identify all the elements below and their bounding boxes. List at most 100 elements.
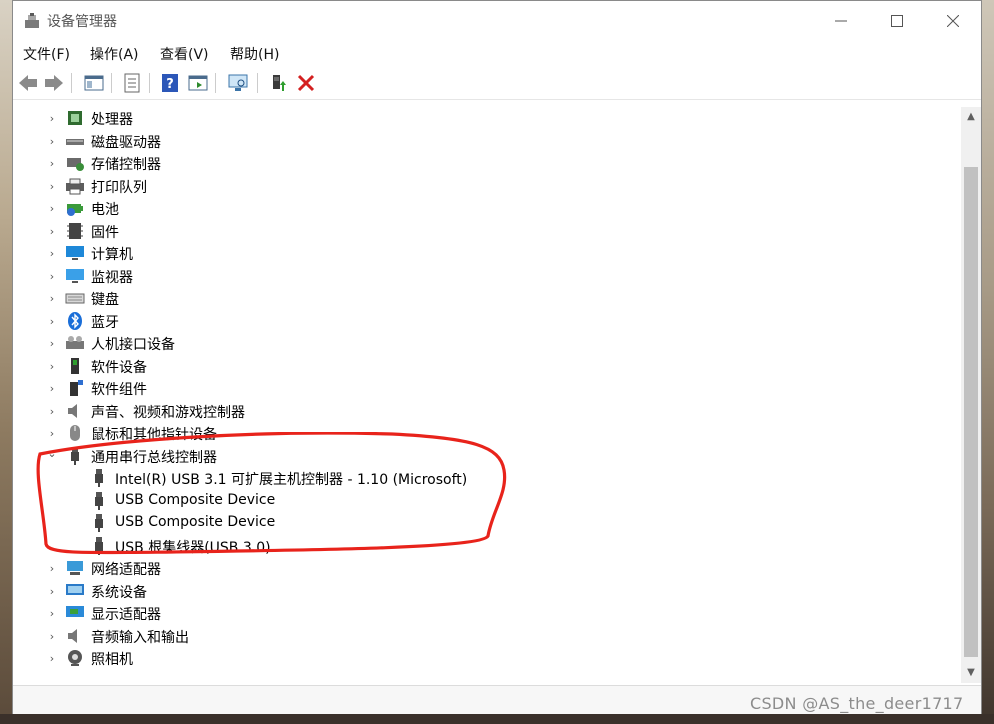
tree-category[interactable]: › 固件 <box>13 220 953 242</box>
watermark: CSDN @AS_the_deer1717 <box>750 694 964 713</box>
tree-category[interactable]: › 声音、视频和游戏控制器 <box>13 400 953 422</box>
tree-category[interactable]: › 软件组件 <box>13 377 953 399</box>
menu-action[interactable]: 操作(A) <box>90 44 139 64</box>
toolbar-separator <box>71 73 72 93</box>
minimize-button[interactable] <box>813 1 869 41</box>
chevron-right-icon[interactable]: › <box>47 422 57 444</box>
tree-category[interactable]: › 鼠标和其他指针设备 <box>13 422 953 444</box>
run-icon <box>188 75 208 91</box>
battery-icon <box>67 204 83 216</box>
tree-device[interactable]: USB 根集线器(USB 3.0) <box>13 535 953 557</box>
properties-button[interactable] <box>121 72 143 94</box>
tree-item-label: 照相机 <box>91 652 133 668</box>
tree-category[interactable]: › 处理器 <box>13 107 953 129</box>
display-adapter-icon <box>66 606 84 617</box>
tree-category[interactable]: › 磁盘驱动器 <box>13 130 953 152</box>
chevron-right-icon[interactable]: › <box>47 355 57 377</box>
chevron-right-icon[interactable]: › <box>47 580 57 602</box>
maximize-icon <box>891 15 903 27</box>
chevron-right-icon[interactable]: › <box>47 310 57 332</box>
tree-category[interactable]: › 键盘 <box>13 287 953 309</box>
tree-item-label: 处理器 <box>91 112 133 128</box>
tree-category[interactable]: › 照相机 <box>13 647 953 669</box>
tree-category[interactable]: ⌄ 通用串行总线控制器 <box>13 445 953 467</box>
chevron-right-icon[interactable]: › <box>47 152 57 174</box>
chevron-right-icon[interactable]: › <box>47 377 57 399</box>
chevron-right-icon[interactable]: › <box>47 197 57 219</box>
chevron-right-icon[interactable]: › <box>47 332 57 354</box>
help-button[interactable]: ? <box>159 72 181 94</box>
tree-device[interactable]: USB Composite Device <box>13 512 953 534</box>
computer-icon <box>66 246 84 260</box>
usb-icon <box>95 514 103 532</box>
tree-device[interactable]: Intel(R) USB 3.1 可扩展主机控制器 - 1.10 (Micros… <box>13 467 953 489</box>
tree-category[interactable]: › 打印队列 <box>13 175 953 197</box>
svg-text:?: ? <box>166 77 174 92</box>
run-button[interactable] <box>187 72 209 94</box>
tree-category[interactable]: › 网络适配器 <box>13 557 953 579</box>
update-driver-button[interactable] <box>267 72 289 94</box>
chevron-right-icon[interactable]: › <box>47 107 57 129</box>
toolbar-separator <box>149 73 150 93</box>
tree-category[interactable]: › 蓝牙 <box>13 310 953 332</box>
chevron-down-icon[interactable]: ⌄ <box>47 442 57 464</box>
tree-item-label: 音频输入和输出 <box>91 630 189 646</box>
tree-category[interactable]: › 存储控制器 <box>13 152 953 174</box>
tree-item-label: 软件组件 <box>91 382 147 398</box>
chevron-right-icon[interactable]: › <box>47 557 57 579</box>
desktop-background-right <box>982 0 994 724</box>
chevron-right-icon[interactable]: › <box>47 287 57 309</box>
toolbar-separator <box>257 73 258 93</box>
tree-item-label: 计算机 <box>91 247 133 263</box>
chevron-right-icon[interactable]: › <box>47 130 57 152</box>
camera-icon <box>68 650 82 666</box>
tree-item-label: 电池 <box>91 202 119 218</box>
audio-io-icon <box>68 629 77 643</box>
hid-icon <box>66 336 84 349</box>
tree-item-label: 监视器 <box>91 270 133 286</box>
tree-device[interactable]: USB Composite Device <box>13 490 953 512</box>
uninstall-device-button[interactable] <box>295 72 317 94</box>
chevron-right-icon[interactable]: › <box>47 647 57 669</box>
tree-category[interactable]: › 人机接口设备 <box>13 332 953 354</box>
tree-category[interactable]: › 显示适配器 <box>13 602 953 624</box>
software-device-icon <box>71 358 79 374</box>
disk-icon <box>66 139 84 145</box>
chevron-right-icon[interactable]: › <box>47 625 57 647</box>
speaker-icon <box>68 404 77 418</box>
close-button[interactable] <box>925 1 981 41</box>
tree-item-label: 固件 <box>91 225 119 241</box>
menu-file[interactable]: 文件(F) <box>23 44 70 64</box>
firmware-icon <box>67 223 83 239</box>
chevron-right-icon[interactable]: › <box>47 242 57 264</box>
tree-category[interactable]: › 电池 <box>13 197 953 219</box>
usb-icon <box>95 492 103 510</box>
scrollbar-thumb[interactable] <box>964 167 978 657</box>
tree-category[interactable]: › 软件设备 <box>13 355 953 377</box>
vertical-scrollbar[interactable]: ▲ ▼ <box>961 107 981 683</box>
tree-category[interactable]: › 音频输入和输出 <box>13 625 953 647</box>
chevron-right-icon[interactable]: › <box>47 400 57 422</box>
chevron-right-icon[interactable]: › <box>47 265 57 287</box>
tree-category[interactable]: › 系统设备 <box>13 580 953 602</box>
menu-view[interactable]: 查看(V) <box>160 44 209 64</box>
back-button[interactable] <box>17 72 39 94</box>
forward-button[interactable] <box>43 72 65 94</box>
chevron-right-icon[interactable]: › <box>47 175 57 197</box>
scroll-down-arrow-icon[interactable]: ▼ <box>965 667 977 679</box>
show-hide-console-tree-button[interactable] <box>83 72 105 94</box>
tree-item-label: Intel(R) USB 3.1 可扩展主机控制器 - 1.10 (Micros… <box>115 472 468 488</box>
mouse-icon <box>70 425 80 441</box>
chevron-right-icon[interactable]: › <box>47 220 57 242</box>
scroll-up-arrow-icon[interactable]: ▲ <box>965 111 977 123</box>
desktop-background-left <box>0 0 12 724</box>
scan-hardware-button[interactable] <box>227 72 249 94</box>
chevron-right-icon[interactable]: › <box>47 602 57 624</box>
storage-icon <box>67 158 84 171</box>
maximize-button[interactable] <box>869 1 925 41</box>
close-icon <box>947 15 959 27</box>
tree-category[interactable]: › 监视器 <box>13 265 953 287</box>
menu-bar: 文件(F) 操作(A) 查看(V) 帮助(H) <box>13 41 981 67</box>
tree-category[interactable]: › 计算机 <box>13 242 953 264</box>
menu-help[interactable]: 帮助(H) <box>230 44 279 64</box>
